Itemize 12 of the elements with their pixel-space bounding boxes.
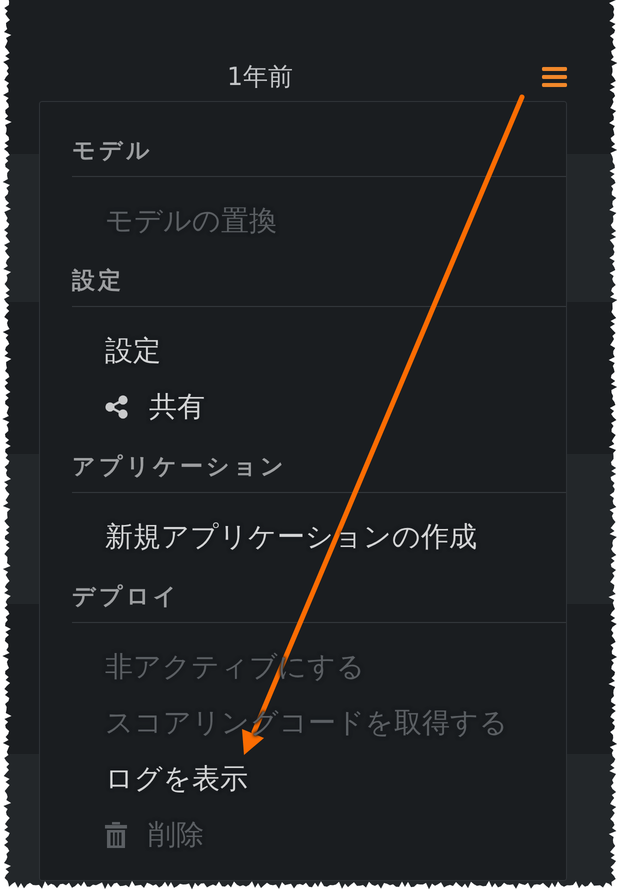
share-icon [105,395,128,419]
menu-section-title: モデル [72,137,153,166]
menu-item[interactable]: 共有 [105,389,205,425]
trash-icon [105,822,127,848]
menu-item[interactable]: 新規アプリケーションの作成 [105,519,477,555]
time-ago-text: 1年前 [227,62,293,92]
menu-item[interactable]: ログを表示 [105,761,248,797]
menu-section-title: デプロイ [72,583,180,612]
menu-section-title: 設定 [72,267,124,296]
menu-section-title: アプリケーション [72,453,287,482]
menu-item[interactable]: 設定 [105,333,161,369]
menu-icon[interactable] [542,66,567,88]
